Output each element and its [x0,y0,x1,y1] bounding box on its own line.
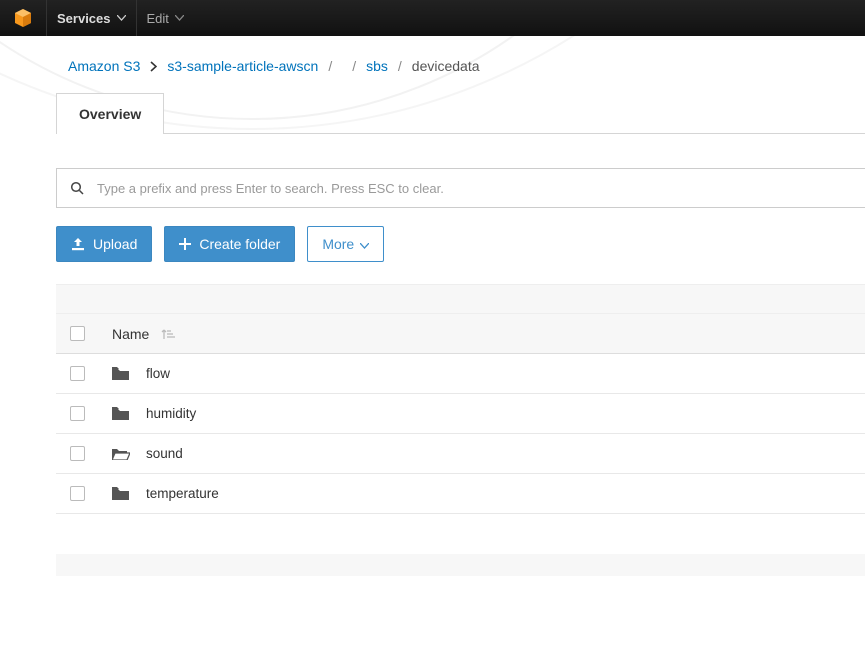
row-checkbox[interactable] [70,446,85,461]
tab-overview-label: Overview [79,106,141,122]
tab-overview[interactable]: Overview [56,93,164,134]
breadcrumb-separator: / [352,58,356,74]
folder-icon [112,487,140,500]
table-spacer-top [56,284,865,314]
table-row[interactable]: sound [56,434,865,474]
chevron-down-icon [117,15,126,21]
search-input[interactable] [97,181,865,196]
chevron-down-icon [360,236,369,252]
folder-icon [112,407,140,420]
action-bar: Upload Create folder More [56,226,865,262]
breadcrumb-separator: / [398,58,402,74]
select-all-checkbox[interactable] [70,326,85,341]
more-button[interactable]: More [307,226,384,262]
object-table: Name [56,284,865,576]
row-checkbox[interactable] [70,486,85,501]
chevron-right-icon [150,61,157,72]
plus-icon [179,238,191,250]
create-folder-label: Create folder [199,236,280,252]
tabs: Overview [56,92,865,134]
table-row[interactable]: flow [56,354,865,394]
table-row[interactable]: humidity [56,394,865,434]
table-spacer-bottom [56,554,865,576]
create-folder-button[interactable]: Create folder [164,226,295,262]
breadcrumb: Amazon S3 s3-sample-article-awscn / / sb… [56,36,865,92]
column-header-name[interactable]: Name [112,326,175,342]
upload-button[interactable]: Upload [56,226,152,262]
upload-label: Upload [93,236,137,252]
search-icon [57,181,97,195]
table-header: Name [56,314,865,354]
top-nav: Services Edit [0,0,865,36]
breadcrumb-bucket[interactable]: s3-sample-article-awscn [167,58,318,74]
chevron-down-icon [175,15,184,21]
table-row[interactable]: temperature [56,474,865,514]
folder-icon [112,367,140,380]
nav-services[interactable]: Services [46,0,136,36]
row-name: humidity [146,406,196,421]
row-name: sound [146,446,183,461]
sort-icon [161,328,175,340]
row-checkbox[interactable] [70,366,85,381]
row-name: temperature [146,486,219,501]
aws-logo-icon[interactable] [12,7,34,29]
nav-edit[interactable]: Edit [136,0,194,36]
column-name-label: Name [112,326,149,342]
search-bar [56,168,865,208]
breadcrumb-path2[interactable]: sbs [366,58,388,74]
folder-open-icon [112,447,140,460]
nav-edit-label: Edit [147,11,169,26]
nav-services-label: Services [57,11,111,26]
breadcrumb-separator: / [328,58,332,74]
upload-icon [71,238,85,251]
more-label: More [322,236,354,252]
row-name: flow [146,366,170,381]
breadcrumb-current: devicedata [412,58,480,74]
row-checkbox[interactable] [70,406,85,421]
breadcrumb-root[interactable]: Amazon S3 [68,58,140,74]
